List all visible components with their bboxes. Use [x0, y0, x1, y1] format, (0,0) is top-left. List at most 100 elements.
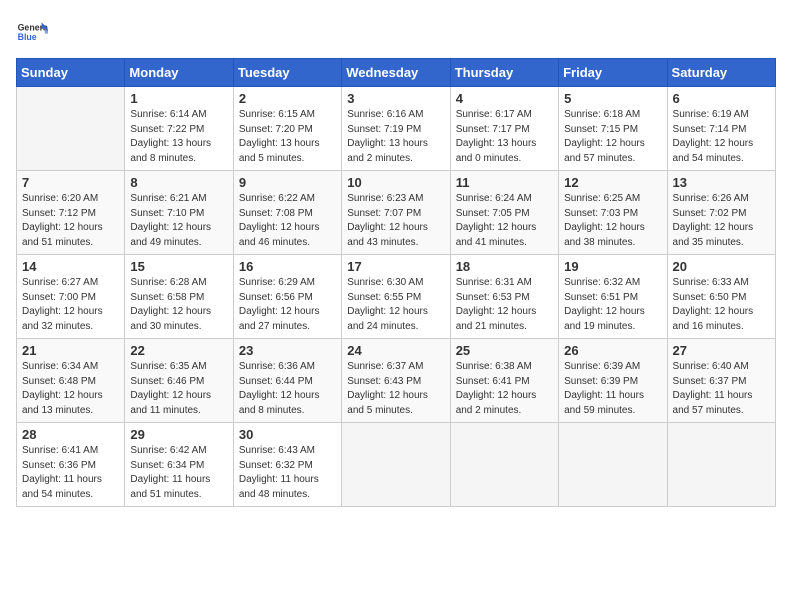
calendar-cell: 29 Sunrise: 6:42 AMSunset: 6:34 PMDayligh… — [125, 423, 233, 507]
weekday-header-sunday: Sunday — [17, 59, 125, 87]
day-info: Sunrise: 6:19 AMSunset: 7:14 PMDaylight:… — [673, 108, 770, 166]
week-row-5: 28 Sunrise: 6:41 AMSunset: 6:36 PMDayligh… — [17, 423, 776, 507]
day-info: Sunrise: 6:36 AMSunset: 6:44 PMDaylight:… — [239, 360, 336, 418]
calendar-cell: 28 Sunrise: 6:41 AMSunset: 6:36 PMDayligh… — [17, 423, 125, 507]
week-row-4: 21 Sunrise: 6:34 AMSunset: 6:48 PMDayligh… — [17, 339, 776, 423]
day-number: 10 — [347, 175, 444, 190]
calendar-cell: 13 Sunrise: 6:26 AMSunset: 7:02 PMDayligh… — [667, 171, 775, 255]
weekday-header-tuesday: Tuesday — [233, 59, 341, 87]
day-info: Sunrise: 6:38 AMSunset: 6:41 PMDaylight:… — [456, 360, 553, 418]
day-number: 27 — [673, 343, 770, 358]
day-number: 20 — [673, 259, 770, 274]
calendar-cell — [450, 423, 558, 507]
day-info: Sunrise: 6:37 AMSunset: 6:43 PMDaylight:… — [347, 360, 444, 418]
day-info: Sunrise: 6:24 AMSunset: 7:05 PMDaylight:… — [456, 192, 553, 250]
day-number: 9 — [239, 175, 336, 190]
day-info: Sunrise: 6:33 AMSunset: 6:50 PMDaylight:… — [673, 276, 770, 334]
weekday-header-row: SundayMondayTuesdayWednesdayThursdayFrid… — [17, 59, 776, 87]
calendar-cell: 9 Sunrise: 6:22 AMSunset: 7:08 PMDaylight… — [233, 171, 341, 255]
day-number: 24 — [347, 343, 444, 358]
calendar-cell: 27 Sunrise: 6:40 AMSunset: 6:37 PMDayligh… — [667, 339, 775, 423]
week-row-3: 14 Sunrise: 6:27 AMSunset: 7:00 PMDayligh… — [17, 255, 776, 339]
day-number: 6 — [673, 91, 770, 106]
calendar-cell: 8Sunrise: 6:21 AMSunset: 7:10 PMDaylight… — [125, 171, 233, 255]
day-number: 17 — [347, 259, 444, 274]
calendar-cell: 5Sunrise: 6:18 AMSunset: 7:15 PMDaylight… — [559, 87, 667, 171]
day-number: 7 — [22, 175, 119, 190]
calendar-cell: 15Sunrise: 6:28 AMSunset: 6:58 PMDayligh… — [125, 255, 233, 339]
calendar-cell: 22Sunrise: 6:35 AMSunset: 6:46 PMDayligh… — [125, 339, 233, 423]
day-number: 15 — [130, 259, 227, 274]
day-info: Sunrise: 6:26 AMSunset: 7:02 PMDaylight:… — [673, 192, 770, 250]
calendar-cell: 10 Sunrise: 6:23 AMSunset: 7:07 PMDayligh… — [342, 171, 450, 255]
day-number: 1 — [130, 91, 227, 106]
weekday-header-monday: Monday — [125, 59, 233, 87]
header: General Blue — [16, 16, 776, 48]
day-number: 21 — [22, 343, 119, 358]
calendar-cell: 24 Sunrise: 6:37 AMSunset: 6:43 PMDayligh… — [342, 339, 450, 423]
calendar-cell: 21 Sunrise: 6:34 AMSunset: 6:48 PMDayligh… — [17, 339, 125, 423]
day-number: 26 — [564, 343, 661, 358]
day-number: 12 — [564, 175, 661, 190]
day-info: Sunrise: 6:34 AMSunset: 6:48 PMDaylight:… — [22, 360, 119, 418]
calendar-cell — [342, 423, 450, 507]
day-info: Sunrise: 6:40 AMSunset: 6:37 PMDaylight:… — [673, 360, 770, 418]
day-info: Sunrise: 6:17 AMSunset: 7:17 PMDaylight:… — [456, 108, 553, 166]
day-number: 30 — [239, 427, 336, 442]
day-info: Sunrise: 6:39 AMSunset: 6:39 PMDaylight:… — [564, 360, 661, 418]
calendar-cell: 18Sunrise: 6:31 AMSunset: 6:53 PMDayligh… — [450, 255, 558, 339]
calendar-cell: 25 Sunrise: 6:38 AMSunset: 6:41 PMDayligh… — [450, 339, 558, 423]
day-number: 23 — [239, 343, 336, 358]
weekday-header-friday: Friday — [559, 59, 667, 87]
calendar-cell: 3 Sunrise: 6:16 AMSunset: 7:19 PMDaylight… — [342, 87, 450, 171]
day-number: 2 — [239, 91, 336, 106]
day-info: Sunrise: 6:31 AMSunset: 6:53 PMDaylight:… — [456, 276, 553, 334]
day-number: 5 — [564, 91, 661, 106]
svg-text:Blue: Blue — [18, 32, 37, 42]
calendar-cell: 12 Sunrise: 6:25 AMSunset: 7:03 PMDayligh… — [559, 171, 667, 255]
day-info: Sunrise: 6:42 AMSunset: 6:34 PMDaylight:… — [130, 444, 227, 502]
calendar-cell: 26 Sunrise: 6:39 AMSunset: 6:39 PMDayligh… — [559, 339, 667, 423]
calendar: SundayMondayTuesdayWednesdayThursdayFrid… — [16, 58, 776, 507]
calendar-cell: 16Sunrise: 6:29 AMSunset: 6:56 PMDayligh… — [233, 255, 341, 339]
calendar-cell: 14 Sunrise: 6:27 AMSunset: 7:00 PMDayligh… — [17, 255, 125, 339]
week-row-2: 7 Sunrise: 6:20 AMSunset: 7:12 PMDaylight… — [17, 171, 776, 255]
day-info: Sunrise: 6:15 AMSunset: 7:20 PMDaylight:… — [239, 108, 336, 166]
day-number: 25 — [456, 343, 553, 358]
day-info: Sunrise: 6:25 AMSunset: 7:03 PMDaylight:… — [564, 192, 661, 250]
day-number: 29 — [130, 427, 227, 442]
calendar-cell: 6 Sunrise: 6:19 AMSunset: 7:14 PMDaylight… — [667, 87, 775, 171]
weekday-header-saturday: Saturday — [667, 59, 775, 87]
weekday-header-thursday: Thursday — [450, 59, 558, 87]
weekday-header-wednesday: Wednesday — [342, 59, 450, 87]
day-info: Sunrise: 6:23 AMSunset: 7:07 PMDaylight:… — [347, 192, 444, 250]
day-number: 22 — [130, 343, 227, 358]
day-number: 28 — [22, 427, 119, 442]
day-info: Sunrise: 6:14 AMSunset: 7:22 PMDaylight:… — [130, 108, 227, 166]
week-row-1: 1 Sunrise: 6:14 AMSunset: 7:22 PMDaylight… — [17, 87, 776, 171]
day-info: Sunrise: 6:41 AMSunset: 6:36 PMDaylight:… — [22, 444, 119, 502]
day-info: Sunrise: 6:27 AMSunset: 7:00 PMDaylight:… — [22, 276, 119, 334]
day-info: Sunrise: 6:22 AMSunset: 7:08 PMDaylight:… — [239, 192, 336, 250]
day-info: Sunrise: 6:20 AMSunset: 7:12 PMDaylight:… — [22, 192, 119, 250]
calendar-cell: 11 Sunrise: 6:24 AMSunset: 7:05 PMDayligh… — [450, 171, 558, 255]
day-info: Sunrise: 6:30 AMSunset: 6:55 PMDaylight:… — [347, 276, 444, 334]
day-info: Sunrise: 6:32 AMSunset: 6:51 PMDaylight:… — [564, 276, 661, 334]
day-number: 3 — [347, 91, 444, 106]
calendar-cell — [667, 423, 775, 507]
logo: General Blue — [16, 16, 48, 48]
calendar-cell: 4Sunrise: 6:17 AMSunset: 7:17 PMDaylight… — [450, 87, 558, 171]
calendar-cell: 2 Sunrise: 6:15 AMSunset: 7:20 PMDaylight… — [233, 87, 341, 171]
logo-icon: General Blue — [16, 16, 48, 48]
calendar-cell: 19Sunrise: 6:32 AMSunset: 6:51 PMDayligh… — [559, 255, 667, 339]
calendar-cell: 30Sunrise: 6:43 AMSunset: 6:32 PMDayligh… — [233, 423, 341, 507]
day-number: 13 — [673, 175, 770, 190]
calendar-cell — [17, 87, 125, 171]
calendar-cell: 23 Sunrise: 6:36 AMSunset: 6:44 PMDayligh… — [233, 339, 341, 423]
calendar-cell — [559, 423, 667, 507]
day-info: Sunrise: 6:16 AMSunset: 7:19 PMDaylight:… — [347, 108, 444, 166]
day-number: 14 — [22, 259, 119, 274]
day-number: 11 — [456, 175, 553, 190]
day-number: 16 — [239, 259, 336, 274]
day-number: 8 — [130, 175, 227, 190]
